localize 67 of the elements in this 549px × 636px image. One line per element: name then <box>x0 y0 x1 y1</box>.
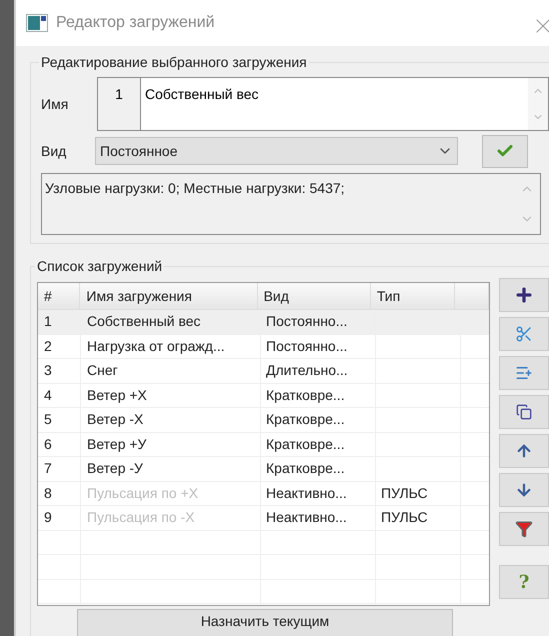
kind-label: Вид <box>41 142 68 161</box>
copy-tool-button[interactable] <box>499 395 549 429</box>
window-icon <box>26 14 48 32</box>
filter-icon <box>515 520 533 538</box>
column-header[interactable]: Тип <box>370 283 455 309</box>
add-tool-button[interactable] <box>499 278 549 312</box>
table-cell: Постоянно... <box>261 310 376 334</box>
info-text: Узловые нагрузки: 0; Местные нагрузки: 5437; <box>44 179 346 198</box>
down-tool-button[interactable] <box>499 473 549 507</box>
load-number: 1 <box>98 78 141 130</box>
name-value: Собственный вес <box>144 85 260 104</box>
name-label: Имя <box>41 94 70 114</box>
table-cell: 4 <box>38 384 81 407</box>
table-cell: Неактивно... <box>261 506 376 530</box>
filter-tool-button[interactable] <box>499 512 549 546</box>
arrow-down-icon <box>515 481 533 499</box>
table-cell: Пульсация по -Х <box>81 506 261 530</box>
plus-icon <box>514 285 534 305</box>
table-cell: Длительно... <box>261 359 376 382</box>
copy-icon <box>516 404 532 420</box>
insert-row-icon <box>515 364 533 382</box>
window-title: Редактор загружений <box>56 13 215 33</box>
table-cell: Ветер -Х <box>81 408 261 432</box>
table-row[interactable]: 8 Пульсация по +Х Неактивно... ПУЛЬС <box>38 482 489 506</box>
table-cell: 2 <box>38 334 81 358</box>
table-cell: Кратковре... <box>261 457 376 480</box>
table-cell: 6 <box>38 432 81 456</box>
name-field[interactable]: 1 Собственный вес <box>97 77 549 131</box>
table-row[interactable]: 3 Снег Длительно... <box>38 359 489 384</box>
table-cell: Нагрузка от огражд... <box>81 334 261 358</box>
table-cell: Собственный вес <box>81 310 261 334</box>
table-row[interactable]: 7 Ветер -У Кратковре... <box>38 457 489 482</box>
table-cell: Ветер +Х <box>81 384 261 407</box>
table-cell: 1 <box>38 310 81 334</box>
table-cell: ПУЛЬС <box>376 482 461 505</box>
table-cell: 7 <box>38 457 81 480</box>
table-row[interactable]: 9 Пульсация по -Х Неактивно... ПУЛЬС <box>38 506 489 530</box>
table-cell: 3 <box>38 359 81 382</box>
cut-tool-button[interactable] <box>499 317 549 351</box>
table-cell: 9 <box>38 506 81 530</box>
up-tool-button[interactable] <box>499 434 549 468</box>
scrollbar[interactable] <box>528 78 548 130</box>
table-cell: 5 <box>38 408 81 432</box>
table-cell: Кратковре... <box>261 432 376 456</box>
table-cell: Постоянно... <box>261 334 376 358</box>
table-row[interactable]: 5 Ветер -Х Кратковре... <box>38 408 489 432</box>
column-header[interactable]: # <box>38 283 80 309</box>
apply-button[interactable] <box>482 134 528 168</box>
insert-tool-button[interactable] <box>499 356 549 390</box>
table-row[interactable]: 1 Собственный вес Постоянно... <box>38 310 489 334</box>
assign-current-button[interactable]: Назначить текущим <box>77 609 453 636</box>
table-row[interactable]: 4 Ветер +Х Кратковре... <box>38 384 489 408</box>
table-cell: Кратковре... <box>261 408 376 432</box>
column-header[interactable]: Вид <box>258 283 371 309</box>
table-cell: 8 <box>38 482 81 505</box>
table-cell: Снег <box>81 359 261 382</box>
table-cell: Пульсация по +Х <box>81 482 261 505</box>
table-cell: Неактивно... <box>261 482 376 505</box>
table-row[interactable]: 2 Нагрузка от огражд... Постоянно... <box>38 334 489 359</box>
column-header[interactable]: Имя загружения <box>80 283 258 309</box>
kind-dropdown[interactable]: Постоянное <box>95 137 458 165</box>
table-cell: Ветер -У <box>81 457 261 480</box>
scissors-icon <box>515 325 533 343</box>
table-cell: ПУЛЬС <box>376 506 461 530</box>
table-cell: Кратковре... <box>261 384 376 407</box>
table-cell: Ветер +У <box>81 432 261 456</box>
table-row[interactable]: 6 Ветер +У Кратковре... <box>38 432 489 457</box>
